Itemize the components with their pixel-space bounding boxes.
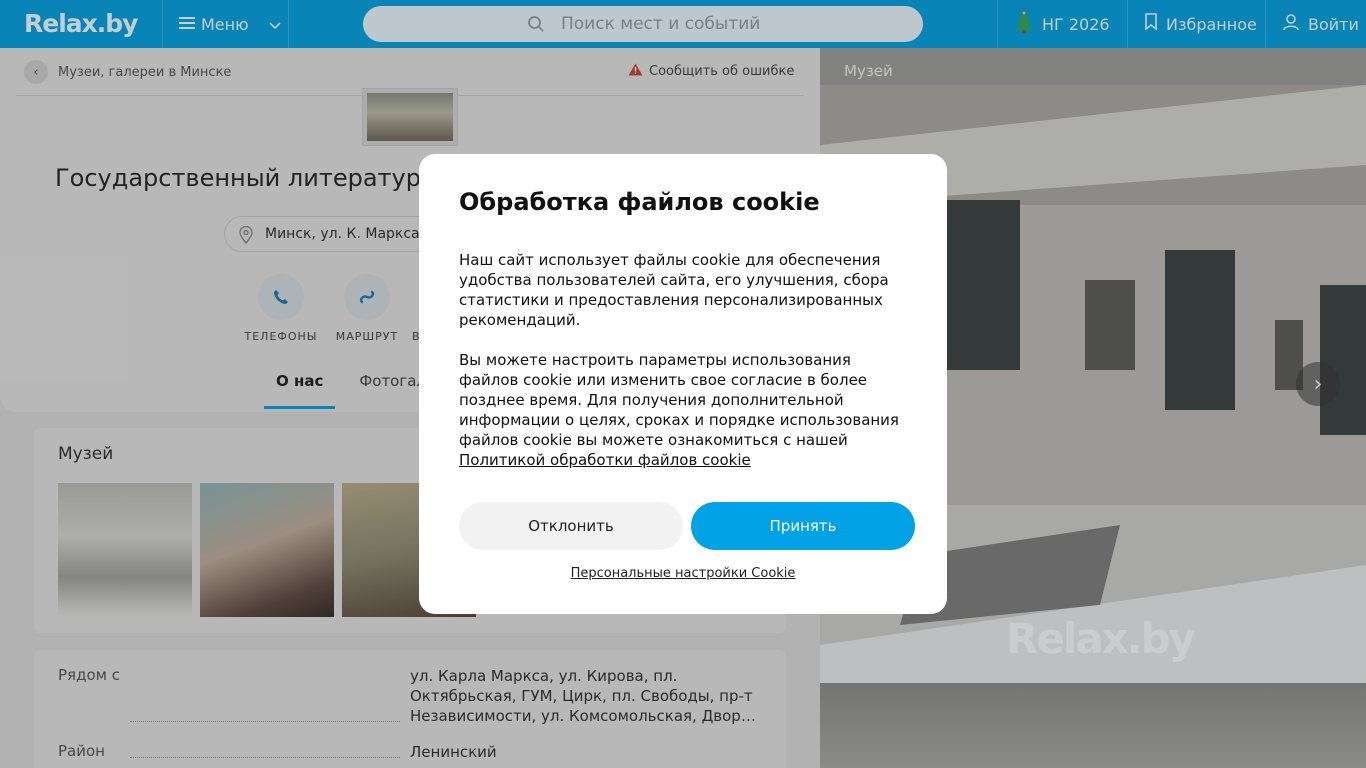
cookie-buttons: Отклонить Принять	[459, 502, 915, 550]
cookie-dialog-title: Обработка файлов cookie	[459, 188, 820, 216]
cookie-dialog: Обработка файлов cookie Наш сайт использ…	[419, 154, 947, 614]
decline-button[interactable]: Отклонить	[459, 502, 683, 550]
cookie-text-2-body: Вы можете настроить параметры использова…	[459, 351, 899, 449]
accept-button[interactable]: Принять	[691, 502, 915, 550]
cookie-policy-link[interactable]: Политикой обработки файлов cookie	[459, 451, 751, 469]
cookie-personal-settings-link[interactable]: Персональные настройки Cookie	[419, 566, 947, 581]
cookie-text-1: Наш сайт использует файлы cookie для обе…	[459, 251, 889, 329]
cookie-text-2: Вы можете настроить параметры использова…	[459, 350, 907, 470]
